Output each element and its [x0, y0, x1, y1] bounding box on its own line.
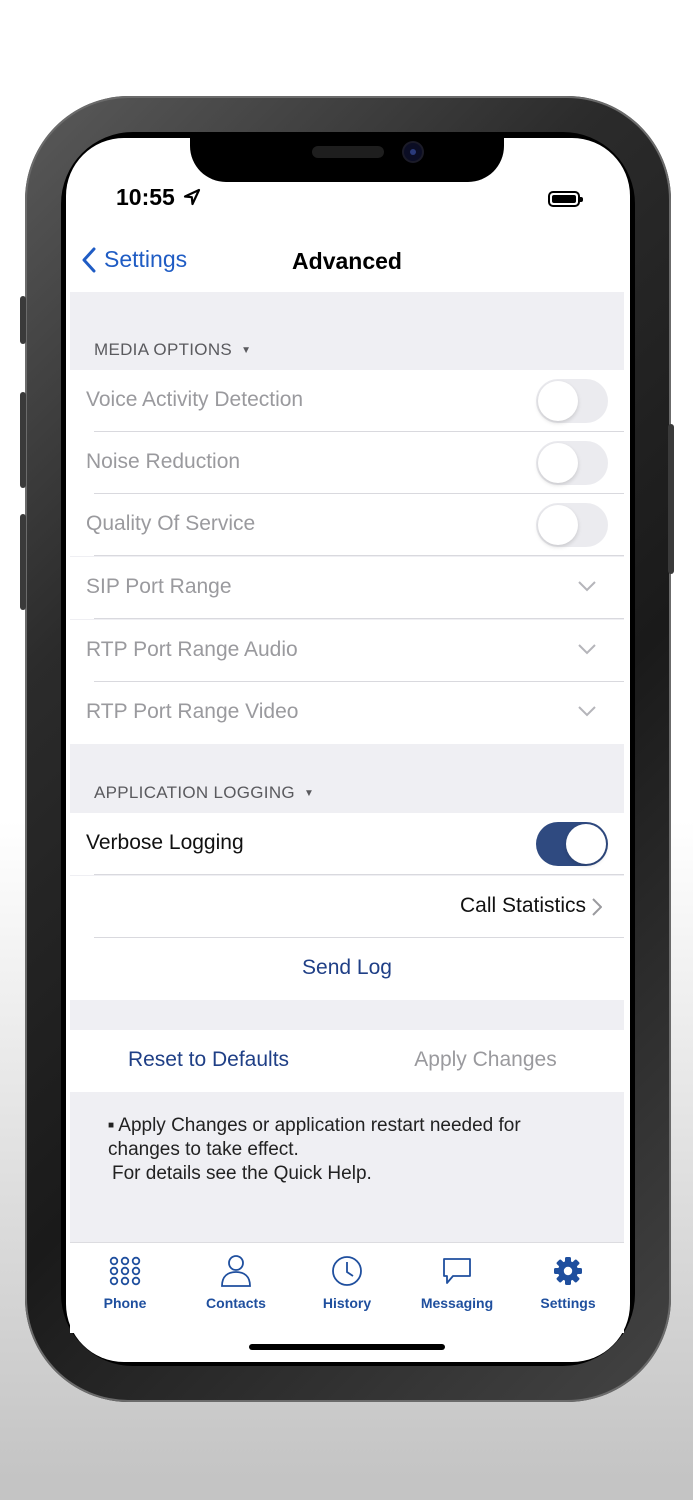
home-indicator[interactable]: [249, 1344, 445, 1350]
dialpad-icon: [109, 1256, 141, 1286]
tab-label: Settings: [540, 1295, 596, 1311]
chevron-down-icon: [578, 706, 596, 717]
tab-settings[interactable]: Settings: [518, 1253, 618, 1311]
person-icon: [221, 1255, 251, 1287]
row-quality-of-service: Quality Of Service: [70, 494, 624, 556]
row-label: SIP Port Range: [86, 575, 232, 598]
row-label: Noise Reduction: [86, 450, 241, 473]
battery-icon: [548, 191, 583, 207]
row-rtp-port-range-audio[interactable]: RTP Port Range Audio: [70, 620, 624, 682]
tab-history[interactable]: History: [297, 1253, 397, 1311]
row-rtp-port-range-video[interactable]: RTP Port Range Video: [70, 682, 624, 744]
media-options-header[interactable]: MEDIA OPTIONS ▼: [94, 340, 251, 360]
chevron-right-icon: [592, 898, 602, 916]
tab-label: Contacts: [206, 1295, 266, 1311]
row-voice-activity-detection: Voice Activity Detection: [70, 370, 624, 432]
tab-label: Messaging: [420, 1295, 494, 1311]
reset-to-defaults-button[interactable]: Reset to Defaults: [70, 1030, 347, 1092]
tab-phone[interactable]: Phone: [75, 1253, 175, 1311]
actions-row: Reset to Defaults Apply Changes: [70, 1030, 624, 1092]
call-statistics-label: Call Statistics: [459, 894, 586, 917]
tab-messaging[interactable]: Messaging: [407, 1253, 507, 1311]
noise-reduction-toggle[interactable]: [536, 441, 608, 485]
reset-to-defaults-label: Reset to Defaults: [127, 1048, 290, 1071]
row-label: RTP Port Range Video: [86, 700, 299, 723]
row-call-statistics[interactable]: Call Statistics: [70, 876, 624, 938]
send-log-label: Send Log: [302, 956, 392, 979]
status-time-text: 10:55: [116, 184, 175, 210]
status-time: 10:55: [116, 184, 201, 211]
chevron-down-icon: [578, 581, 596, 592]
row-label: Quality Of Service: [86, 512, 256, 535]
collapse-indicator-icon: ▼: [241, 345, 252, 356]
help-note-line-2: changes to take effect.: [108, 1139, 299, 1160]
row-label: Voice Activity Detection: [86, 388, 304, 411]
row-verbose-logging: Verbose Logging: [70, 813, 624, 875]
side-button: [20, 296, 26, 344]
row-noise-reduction: Noise Reduction: [70, 432, 624, 494]
help-note: ■ Apply Changes or application restart n…: [108, 1114, 521, 1186]
help-note-line-1: Apply Changes or application restart nee…: [118, 1115, 521, 1136]
row-label: RTP Port Range Audio: [86, 638, 298, 661]
chat-bubble-icon: [443, 1258, 471, 1284]
row-label: Verbose Logging: [86, 831, 244, 854]
navigation-bar: Settings Advanced: [70, 236, 624, 292]
side-button: [20, 392, 26, 488]
tab-label: History: [322, 1295, 372, 1311]
gear-icon: [554, 1257, 582, 1285]
help-note-line-3: For details see the Quick Help.: [112, 1163, 372, 1184]
voice-activity-detection-toggle[interactable]: [536, 379, 608, 423]
tab-contacts[interactable]: Contacts: [186, 1253, 286, 1311]
row-sip-port-range[interactable]: SIP Port Range: [70, 557, 624, 619]
side-button: [668, 424, 674, 574]
location-arrow-icon: [184, 188, 201, 206]
send-log-button[interactable]: Send Log: [70, 938, 624, 1000]
notch: [190, 136, 504, 182]
apply-changes-label: Apply Changes: [414, 1048, 557, 1071]
chevron-down-icon: [578, 644, 596, 655]
application-logging-header[interactable]: APPLICATION LOGGING ▼: [94, 783, 314, 803]
front-camera: [404, 143, 422, 161]
page-title: Advanced: [292, 248, 402, 274]
clock-icon: [332, 1256, 362, 1286]
bullet: ■: [108, 1120, 115, 1131]
collapse-indicator-icon: ▼: [303, 788, 315, 799]
side-button: [20, 514, 26, 610]
verbose-logging-toggle[interactable]: [536, 822, 608, 866]
tab-bar: Phone Contacts History Messaging Setting…: [70, 1242, 624, 1333]
media-options-header-label: MEDIA OPTIONS: [94, 340, 233, 359]
apply-changes-button[interactable]: Apply Changes: [347, 1030, 624, 1092]
application-logging-header-label: APPLICATION LOGGING: [94, 783, 295, 802]
speaker-grille: [312, 146, 384, 158]
settings-list[interactable]: MEDIA OPTIONS ▼ Voice Activity Detection…: [70, 292, 624, 1242]
quality-of-service-toggle[interactable]: [536, 503, 608, 547]
tab-label: Phone: [103, 1295, 147, 1311]
